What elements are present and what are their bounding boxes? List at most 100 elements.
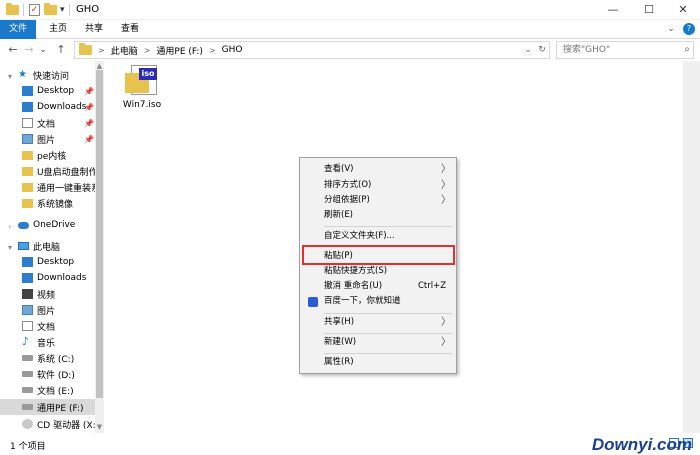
sidebar-item-pe-kernel[interactable]: pe内核 (0, 147, 95, 163)
pin-icon[interactable]: 📌 (84, 119, 94, 128)
folder-icon (22, 150, 33, 160)
up-button[interactable]: ↑ (54, 42, 68, 58)
sidebar-item-documents[interactable]: 文档 (0, 115, 95, 131)
sidebar-item-label: Desktop (37, 86, 75, 96)
breadcrumb-drive[interactable]: 通用PE (F:) (156, 44, 203, 57)
context-menu: 查看(V) 〉 排序方式(O) 〉 分组依据(P) 〉 刷新(E) 自定义文件夹… (299, 157, 457, 374)
address-row: ← → ⌄ ↑ > 此电脑 > 通用PE (F:) > GHO ⌄ ↻ 搜索"G… (0, 39, 700, 61)
chevron-down-icon[interactable]: ▾ (8, 243, 12, 252)
properties-icon[interactable]: ✓ (29, 3, 40, 17)
tab-file[interactable]: 文件 (0, 20, 36, 39)
baidu-paw-icon (308, 297, 318, 307)
sidebar-item-pc-desktop[interactable]: Desktop (0, 254, 95, 270)
content-scrollbar[interactable] (683, 61, 700, 433)
menu-item-properties[interactable]: 属性(R) (300, 355, 456, 370)
iso-badge: iso (139, 68, 157, 80)
pin-icon[interactable]: 📌 (84, 135, 94, 144)
drive-icon (22, 355, 33, 361)
tab-home[interactable]: 主页 (44, 20, 72, 39)
menu-separator (324, 333, 452, 334)
recent-locations-button[interactable]: ⌄ (36, 42, 50, 58)
sidebar-item-quick-access[interactable]: ★ 快速访问 (0, 67, 95, 83)
submenu-arrow-icon: 〉 (441, 195, 451, 206)
sidebar-item-label: 视频 (37, 290, 56, 301)
menu-item-new[interactable]: 新建(W) 〉 (300, 335, 456, 350)
back-button[interactable]: ← (6, 42, 20, 58)
scroll-up-arrow[interactable]: ▲ (95, 62, 104, 70)
menu-item-paste-shortcut[interactable]: 粘贴快捷方式(S) (300, 264, 456, 279)
sidebar-item-drive-d[interactable]: 软件 (D:) (0, 366, 95, 382)
menu-item-undo-rename[interactable]: 撤消 重命名(U) Ctrl+Z (300, 279, 456, 294)
sidebar-item-label: CD 驱动器 (X:) (37, 420, 95, 431)
pin-icon[interactable]: 📌 (84, 87, 94, 96)
iso-file-icon: iso (125, 65, 159, 97)
menu-separator (324, 353, 452, 354)
customize-toolbar-icon[interactable]: ▾ (60, 3, 65, 17)
sidebar-item-drive-x[interactable]: CD 驱动器 (X:) (0, 416, 95, 432)
menu-item-refresh[interactable]: 刷新(E) (300, 208, 456, 223)
sidebar-item-drive-f[interactable]: 通用PE (F:) (0, 399, 95, 415)
close-button[interactable]: ✕ (666, 0, 700, 20)
sidebar-item-usb-boot[interactable]: U盘启动盘制作… (0, 163, 95, 179)
sidebar-item-system-image[interactable]: 系统镜像 (0, 195, 95, 211)
new-folder-icon[interactable] (44, 3, 57, 17)
search-input[interactable]: 搜索"GHO" ⌕ (556, 41, 694, 59)
scroll-down-arrow[interactable]: ▼ (95, 423, 104, 431)
sidebar-item-label: U盘启动盘制作… (37, 167, 95, 178)
sidebar-item-music[interactable]: ♪ 音乐 (0, 334, 95, 350)
chevron-right-icon[interactable]: › (8, 222, 11, 231)
sidebar-item-drive-e[interactable]: 文档 (E:) (0, 382, 95, 398)
menu-item-customize-folder[interactable]: 自定义文件夹(F)... (300, 229, 456, 244)
menu-item-view[interactable]: 查看(V) 〉 (300, 162, 456, 177)
address-bar[interactable]: > 此电脑 > 通用PE (F:) > GHO ⌄ ↻ (74, 41, 550, 59)
sidebar-item-pc-downloads[interactable]: Downloads (0, 270, 95, 286)
sidebar-item-pc-documents[interactable]: 文档 (0, 318, 95, 334)
menu-item-group[interactable]: 分组依据(P) 〉 (300, 193, 456, 208)
sidebar-item-desktop[interactable]: Desktop (0, 83, 95, 99)
item-count: 1 个项目 (10, 442, 46, 452)
sidebar-item-onedrive[interactable]: OneDrive (0, 217, 95, 233)
tab-share[interactable]: 共享 (80, 20, 108, 39)
computer-icon (18, 242, 29, 250)
refresh-icon[interactable]: ↻ (535, 45, 549, 55)
sidebar-scrollbar-thumb[interactable] (96, 70, 103, 398)
chevron-down-icon[interactable]: ▾ (8, 72, 12, 81)
address-dropdown-icon[interactable]: ⌄ (521, 45, 535, 55)
breadcrumb-this-pc[interactable]: 此电脑 (111, 44, 138, 57)
sidebar-item-pictures[interactable]: 图片 (0, 131, 95, 147)
menu-shortcut: Ctrl+Z (418, 281, 447, 291)
sidebar-item-label: Downloads (37, 273, 87, 283)
menu-item-sort[interactable]: 排序方式(O) 〉 (300, 178, 456, 193)
sidebar-item-videos[interactable]: 视频 (0, 286, 95, 302)
downloads-icon (22, 273, 33, 283)
sidebar-item-this-pc[interactable]: 此电脑 (0, 238, 95, 254)
menu-item-baidu[interactable]: 百度一下，你就知道 (300, 294, 456, 309)
sidebar-item-label: 系统镜像 (37, 199, 74, 210)
breadcrumb-gho[interactable]: GHO (222, 45, 243, 55)
sidebar-item-label: 文档 (E:) (37, 386, 74, 397)
sidebar-item-reinstall[interactable]: 通用一键重装系… (0, 179, 95, 195)
maximize-button[interactable]: ☐ (632, 0, 666, 20)
sidebar-item-label: 音乐 (37, 338, 56, 349)
file-item-win7-iso[interactable]: iso Win7.iso (120, 65, 164, 110)
menu-item-label: 排序方式(O) (324, 180, 372, 190)
sidebar-item-downloads[interactable]: Downloads (0, 99, 95, 115)
expand-ribbon-icon[interactable]: ⌄ (664, 20, 678, 39)
menu-item-share[interactable]: 共享(H) 〉 (300, 315, 456, 330)
sidebar-item-label: 此电脑 (33, 242, 61, 253)
pin-icon[interactable]: 📌 (84, 103, 94, 112)
search-icon: ⌕ (684, 44, 690, 55)
minimize-button[interactable]: — (596, 0, 630, 20)
forward-button[interactable]: → (22, 42, 36, 58)
menu-item-label: 百度一下，你就知道 (324, 296, 401, 306)
help-icon[interactable]: ? (683, 23, 695, 35)
sidebar-item-label: 通用PE (F:) (37, 403, 84, 414)
tab-view[interactable]: 查看 (116, 20, 144, 39)
sidebar-item-label: 通用一键重装系… (37, 183, 95, 194)
sidebar-item-pc-pictures[interactable]: 图片 (0, 302, 95, 318)
folder-icon (22, 166, 33, 176)
sidebar-item-drive-c[interactable]: 系统 (C:) (0, 350, 95, 366)
submenu-arrow-icon: 〉 (441, 317, 451, 328)
menu-item-label: 刷新(E) (324, 210, 354, 220)
pictures-icon (22, 305, 33, 315)
